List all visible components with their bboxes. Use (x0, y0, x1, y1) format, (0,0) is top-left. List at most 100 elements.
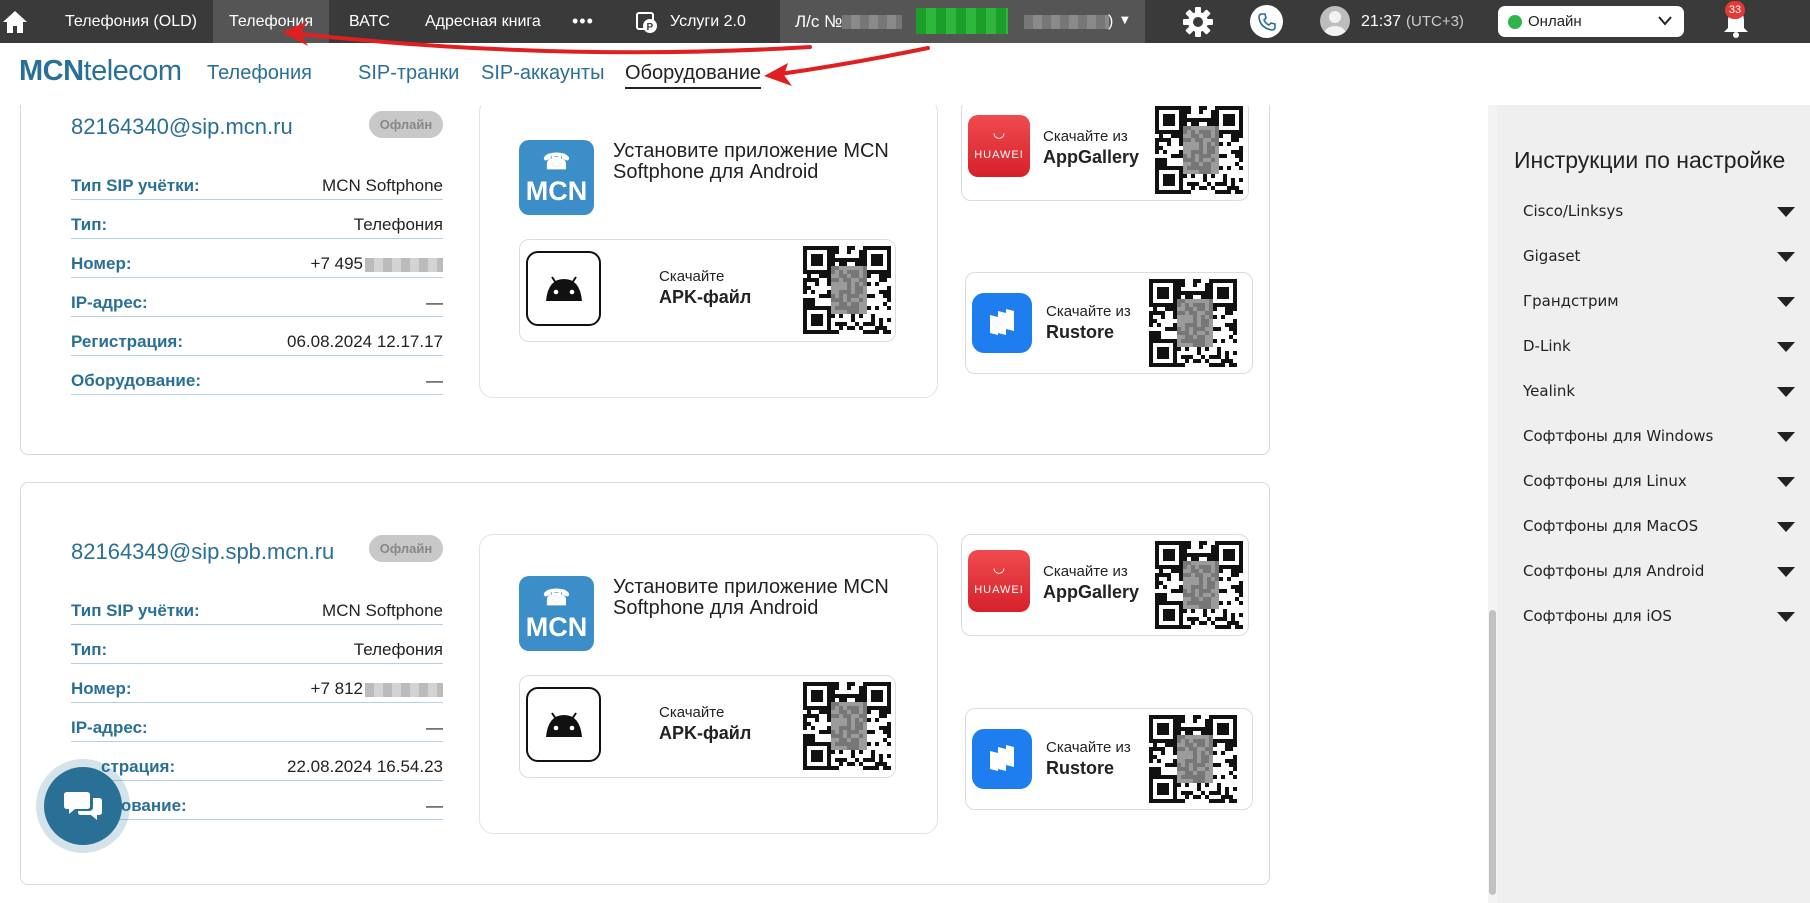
subnav-equipment[interactable]: Оборудование (625, 62, 762, 89)
online-status-dot (1508, 14, 1522, 29)
qr-code (1155, 106, 1243, 194)
number-redacted (365, 683, 443, 697)
scrollbar-thumb[interactable] (1489, 610, 1496, 895)
caret-down-icon (1777, 612, 1795, 622)
caret-down-icon (1777, 432, 1795, 442)
account-number-redacted (842, 15, 902, 29)
info-label: Тип SIP учётки: (71, 176, 200, 195)
rustore-download-button[interactable]: Скачайте из Rustore (965, 272, 1253, 374)
sidebar-item-softphones-macos[interactable]: Софтфоны для MacOS (1523, 512, 1795, 542)
chevron-down-icon (1658, 16, 1672, 26)
apk-download-text: Скачайте APK-файл (659, 704, 751, 744)
sidebar-item-yealink[interactable]: Yealink (1523, 377, 1795, 407)
rustore-icon (972, 293, 1032, 353)
sidebar-item-label: Софтфоны для iOS (1523, 607, 1672, 625)
sidebar-item-gigaset[interactable]: Gigaset (1523, 242, 1795, 272)
info-label: Номер: (71, 679, 132, 698)
info-value: 22.08.2024 16.54.23 (287, 757, 443, 776)
user-icon (1324, 11, 1346, 36)
appgallery-text: Скачайте из AppGallery (1043, 128, 1139, 168)
appgallery-download-button[interactable]: ◡ HUAWEI Скачайте из AppGallery (961, 105, 1249, 201)
sidebar-item-softphones-ios[interactable]: Софтфоны для iOS (1523, 602, 1795, 632)
subnav-telephony[interactable]: Телефония (207, 62, 312, 85)
handset-icon: ☎ (542, 149, 571, 174)
huawei-appgallery-icon: ◡ HUAWEI (968, 115, 1030, 177)
mcn-softphone-logo: ☎ MCN (519, 140, 594, 215)
info-value: — (426, 293, 443, 312)
info-label: Оборудование: (71, 371, 201, 390)
sidebar-item-cisco[interactable]: Cisco/Linksys (1523, 197, 1795, 227)
gear-icon[interactable] (1182, 6, 1214, 42)
apk-download-button[interactable]: Скачайте APK-файл (519, 239, 896, 342)
caret-down-icon (1777, 567, 1795, 577)
sip-account-address[interactable]: 82164340@sip.mcn.ru (71, 114, 293, 140)
info-value: +7 495 (310, 254, 363, 273)
info-row-ip: IP-адрес: — (71, 716, 443, 742)
subnav-sip-accounts[interactable]: SIP-аккаунты (481, 62, 604, 85)
download-label: Скачайте (659, 268, 725, 285)
appgallery-label: AppGallery (1043, 147, 1140, 167)
sidebar-item-softphones-windows[interactable]: Софтфоны для Windows (1523, 422, 1795, 452)
info-row-type: Тип: Телефония (71, 213, 443, 239)
caret-down-icon (1777, 297, 1795, 307)
home-icon[interactable] (0, 0, 30, 43)
tab-telephony[interactable]: Телефония (213, 0, 329, 43)
rustore-icon (972, 729, 1032, 789)
mcn-logo[interactable]: MCNtelecom (19, 55, 182, 88)
qr-code (1149, 715, 1237, 803)
account-suffix: ) (1108, 13, 1114, 30)
sidebar-item-label: Gigaset (1523, 247, 1581, 265)
info-row-number: Номер: +7 495 (71, 252, 443, 278)
caret-down-icon (1777, 207, 1795, 217)
android-icon (526, 251, 601, 326)
qr-code (803, 246, 891, 334)
tab-address-book[interactable]: Адресная книга (425, 0, 541, 43)
info-value: MCN Softphone (322, 176, 443, 195)
appgallery-download-button[interactable]: ◡ HUAWEI Скачайте из AppGallery (961, 534, 1249, 636)
info-row-sip-type: Тип SIP учётки: MCN Softphone (71, 599, 443, 625)
caret-down-icon (1777, 252, 1795, 262)
sidebar-item-dlink[interactable]: D-Link (1523, 332, 1795, 362)
qr-code (1149, 279, 1237, 367)
account-name-redacted (1024, 15, 1109, 29)
sidebar-item-label: Софтфоны для Windows (1523, 427, 1714, 445)
sidebar-item-label: Софтфоны для Linux (1523, 472, 1687, 490)
sidebar-item-softphones-linux[interactable]: Софтфоны для Linux (1523, 467, 1795, 497)
info-value: — (426, 718, 443, 737)
sidebar-item-softphones-android[interactable]: Софтфоны для Android (1523, 557, 1795, 587)
avatar[interactable] (1320, 6, 1350, 36)
rustore-download-button[interactable]: Скачайте из Rustore (965, 708, 1253, 810)
sidebar-item-label: Грандстрим (1523, 292, 1619, 310)
sidebar-item-label: D-Link (1523, 337, 1571, 355)
info-row-registration: страция: 22.08.2024 16.54.23 (71, 755, 443, 781)
info-value: MCN Softphone (322, 601, 443, 620)
services-icon: P (636, 11, 657, 33)
tab-vats[interactable]: ВАТС (349, 0, 390, 43)
info-row-sip-type: Тип SIP учётки: MCN Softphone (71, 174, 443, 200)
sidebar-item-label: Cisco/Linksys (1523, 202, 1624, 220)
chat-support-button[interactable] (44, 767, 122, 845)
services-menu[interactable]: P Услуги 2.0 (634, 0, 746, 43)
info-value: +7 812 (310, 679, 363, 698)
info-row-equipment: удование: — (71, 794, 443, 820)
phone-icon (1257, 12, 1276, 31)
more-menu-button[interactable]: ••• (572, 0, 594, 43)
caret-down-icon (1777, 477, 1795, 487)
sip-account-card: 82164340@sip.mcn.ru Офлайн Тип SIP учётк… (20, 105, 1270, 455)
apk-label: APK-файл (659, 287, 752, 307)
android-app-promo: ☎ MCN Установите приложение MCN Softphone… (479, 105, 938, 398)
rustore-label: Rustore (1046, 758, 1115, 778)
phone-call-button[interactable] (1250, 5, 1283, 38)
status-value: Онлайн (1528, 13, 1582, 30)
apk-download-button[interactable]: Скачайте APK-файл (519, 675, 896, 778)
status-select[interactable]: Онлайн (1498, 6, 1684, 37)
sip-account-address[interactable]: 82164349@sip.spb.mcn.ru (71, 539, 334, 565)
sidebar-item-grandstream[interactable]: Грандстрим (1523, 287, 1795, 317)
info-label: Тип: (71, 640, 108, 659)
account-selector[interactable]: Л/с № ) ▼ (780, 0, 1145, 43)
mcn-logo-text: MCN (525, 612, 588, 642)
tab-telephony-old[interactable]: Телефония (OLD) (65, 0, 197, 43)
subnav-sip-trunks[interactable]: SIP-транки (358, 62, 459, 85)
info-row-registration: Регистрация: 06.08.2024 12.17.17 (71, 330, 443, 356)
info-row-ip: IP-адрес: — (71, 291, 443, 317)
